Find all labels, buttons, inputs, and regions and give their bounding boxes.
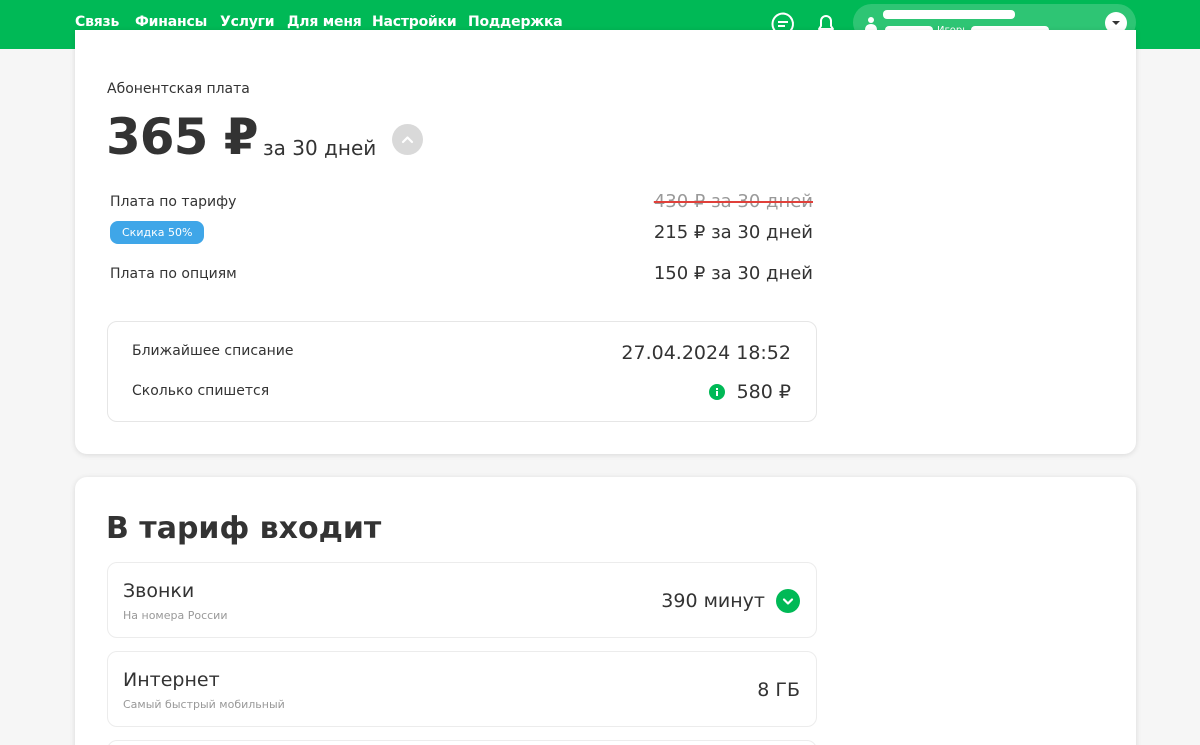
fee-label: Абонентская плата <box>107 81 250 97</box>
tariff-fee-label: Плата по тарифу <box>110 194 237 210</box>
nav-item-podderzhka[interactable]: Поддержка <box>468 14 563 30</box>
included-item-internet[interactable]: Интернет Самый быстрый мобильный 8 ГБ <box>107 651 817 727</box>
fee-period: за 30 дней <box>263 136 377 160</box>
included-item-calls[interactable]: Звонки На номера России 390 минут <box>107 562 817 638</box>
section-title: В тариф входит <box>106 511 382 546</box>
user-icon <box>865 15 877 30</box>
charge-amount-value: 580 ₽ <box>736 381 791 403</box>
nav-item-uslugi[interactable]: Услуги <box>220 14 275 30</box>
chevron-down-icon[interactable] <box>776 589 800 613</box>
nav-item-nastroyki[interactable]: Настройки <box>372 14 457 30</box>
fee-amount: 365 ₽ <box>106 108 259 166</box>
charge-amount-label: Сколько спишется <box>132 383 270 399</box>
next-charge-date: 27.04.2024 18:52 <box>621 342 791 364</box>
next-charge-label: Ближайшее списание <box>132 343 294 359</box>
options-fee-label: Плата по опциям <box>110 266 237 282</box>
redacted-phone <box>883 10 1015 19</box>
included-item-value: 8 ГБ <box>757 679 800 701</box>
info-icon[interactable] <box>709 384 725 400</box>
collapse-button[interactable] <box>392 124 423 155</box>
included-item-title: Звонки <box>123 580 195 602</box>
nav-item-dlya-menya[interactable]: Для меня <box>287 14 362 30</box>
options-fee-value: 150 ₽ за 30 дней <box>653 263 813 284</box>
included-item-partial <box>107 740 817 745</box>
included-item-subtitle: Самый быстрый мобильный <box>123 698 285 711</box>
included-item-value: 390 минут <box>661 590 765 612</box>
discount-badge: Скидка 50% <box>110 221 205 244</box>
included-item-title: Интернет <box>123 669 220 691</box>
tariff-old-price: 430 ₽ за 30 дней <box>653 191 813 212</box>
nav-item-finansy[interactable]: Финансы <box>135 14 207 30</box>
nav-item-svyaz[interactable]: Связь <box>75 14 119 30</box>
tariff-new-price: 215 ₽ за 30 дней <box>653 222 813 243</box>
included-item-subtitle: На номера России <box>123 609 228 622</box>
charge-info-box: Ближайшее списание 27.04.2024 18:52 Скол… <box>107 321 817 422</box>
